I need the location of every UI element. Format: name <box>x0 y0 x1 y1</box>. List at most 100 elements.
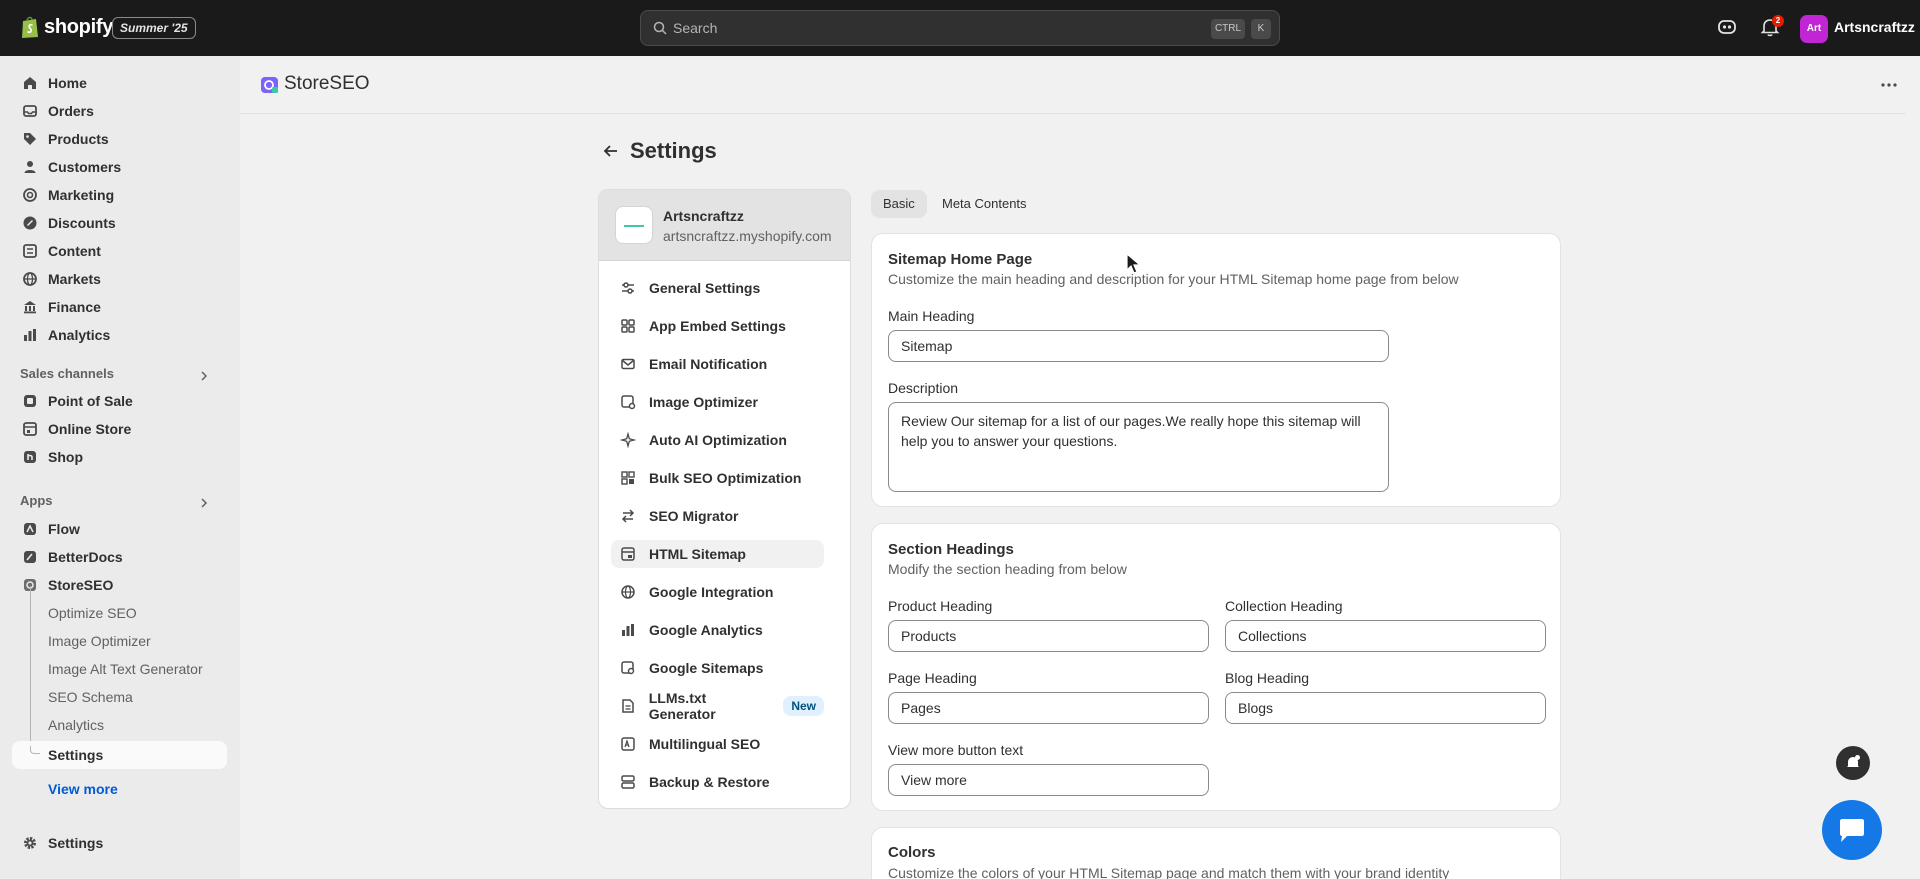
section-headings-card: Section Headings Modify the section head… <box>871 523 1561 811</box>
nav-seo-schema[interactable]: SEO Schema <box>12 684 227 710</box>
tree-guide-hook <box>30 746 40 754</box>
nav-label: Content <box>48 243 101 259</box>
tab-meta-contents[interactable]: Meta Contents <box>930 190 1039 218</box>
nav-betterdocs[interactable]: BetterDocs <box>12 544 227 570</box>
nav-image-optimizer[interactable]: Image Optimizer <box>12 628 227 654</box>
settings-nav-google-analytics[interactable]: Google Analytics <box>611 616 824 644</box>
notify-fab[interactable] <box>1836 746 1870 780</box>
document-icon <box>619 697 637 715</box>
nav-label: Products <box>48 131 109 147</box>
nav-label: StoreSEO <box>48 577 114 593</box>
collection-heading-input[interactable]: Collections <box>1225 620 1546 652</box>
nav-discounts[interactable]: Discounts <box>12 210 227 236</box>
nav-image-alt-text-generator[interactable]: Image Alt Text Generator <box>12 656 227 682</box>
person-icon <box>20 157 40 177</box>
nav-app-settings[interactable]: Settings <box>12 741 227 769</box>
product-heading-input[interactable]: Products <box>888 620 1209 652</box>
settings-nav-multilingual[interactable]: Multilingual SEO <box>611 730 824 758</box>
search-input[interactable]: Search <box>673 20 717 36</box>
view-more-text-input[interactable]: View more <box>888 764 1209 796</box>
product-heading-label: Product Heading <box>888 598 993 614</box>
avatar[interactable]: Art <box>1800 15 1828 43</box>
nav-products[interactable]: Products <box>12 126 227 152</box>
sliders-icon <box>619 279 637 297</box>
target-icon <box>20 185 40 205</box>
notification-count-badge: 2 <box>1772 15 1784 27</box>
sidekick-icon[interactable] <box>1716 16 1738 38</box>
settings-nav-backup[interactable]: Backup & Restore <box>611 768 824 796</box>
nav-customers[interactable]: Customers <box>12 154 227 180</box>
settings-nav-html-sitemap[interactable]: HTML Sitemap <box>611 540 824 568</box>
card-subtitle: Modify the section heading from below <box>888 561 1127 577</box>
nav-settings[interactable]: Settings <box>12 830 227 856</box>
settings-navigation: Artsncraftzz artsncraftzz.myshopify.com … <box>598 189 851 809</box>
nav-point-of-sale[interactable]: Point of Sale <box>12 388 227 414</box>
inbox-icon <box>20 101 40 121</box>
description-textarea[interactable]: Review Our sitemap for a list of our pag… <box>888 402 1389 492</box>
edition-badge[interactable]: Summer '25 <box>112 17 196 39</box>
nav-orders[interactable]: Orders <box>12 98 227 124</box>
store-url: artsncraftzz.myshopify.com <box>663 228 832 244</box>
app-title-bar: StoreSEO <box>240 56 1906 114</box>
page-heading-input[interactable]: Pages <box>888 692 1209 724</box>
nav-home[interactable]: Home <box>12 70 227 96</box>
sales-channels-title[interactable]: Sales channels <box>20 366 114 381</box>
blog-heading-input[interactable]: Blogs <box>1225 692 1546 724</box>
chevron-right-icon[interactable] <box>198 370 210 382</box>
card-title: Colors <box>888 844 936 861</box>
shopify-logo[interactable]: shopify <box>20 15 113 39</box>
nav-shop[interactable]: Shop <box>12 444 227 470</box>
store-name-menu[interactable]: Artsncraftzz <box>1834 19 1915 35</box>
live-chat-button[interactable] <box>1822 800 1882 860</box>
collection-heading-label: Collection Heading <box>1225 598 1343 614</box>
settings-nav-google-integration[interactable]: Google Integration <box>611 578 824 606</box>
tab-basic[interactable]: Basic <box>871 190 927 218</box>
apps-title[interactable]: Apps <box>20 493 53 508</box>
nav-analytics[interactable]: Analytics <box>12 322 227 348</box>
more-horizontal-icon[interactable] <box>1880 78 1898 92</box>
sitemap-home-card: Sitemap Home Page Customize the main hea… <box>871 233 1561 507</box>
nav-app-analytics[interactable]: Analytics <box>12 712 227 738</box>
nav-label: BetterDocs <box>48 549 123 565</box>
sitemap-search-icon <box>619 659 637 677</box>
scrollbar[interactable] <box>1906 56 1920 879</box>
nav-markets[interactable]: Markets <box>12 266 227 292</box>
nav-label: Optimize SEO <box>48 605 137 621</box>
main-heading-input[interactable]: Sitemap <box>888 330 1389 362</box>
nav-optimize-seo[interactable]: Optimize SEO <box>12 600 227 626</box>
shopify-bag-icon <box>22 16 38 38</box>
settings-nav-label: General Settings <box>649 280 761 296</box>
page-heading-label: Page Heading <box>888 670 977 686</box>
nav-online-store[interactable]: Online Store <box>12 416 227 442</box>
nav-flow[interactable]: Flow <box>12 516 227 542</box>
nav-label: Shop <box>48 449 83 465</box>
settings-nav-google-sitemaps[interactable]: Google Sitemaps <box>611 654 824 682</box>
nav-finance[interactable]: Finance <box>12 294 227 320</box>
bank-icon <box>20 297 40 317</box>
settings-nav-image-optimizer[interactable]: Image Optimizer <box>611 388 824 416</box>
nav-storeseo[interactable]: StoreSEO <box>12 572 227 598</box>
store-name: Artsncraftzz <box>663 208 744 224</box>
nav-marketing[interactable]: Marketing <box>12 182 227 208</box>
main-heading-label: Main Heading <box>888 308 975 324</box>
back-arrow-icon[interactable] <box>600 140 622 162</box>
nav-label: Marketing <box>48 187 115 203</box>
settings-nav-seo-migrator[interactable]: SEO Migrator <box>611 502 824 530</box>
settings-nav-label: Auto AI Optimization <box>649 432 787 448</box>
settings-nav-llms-txt[interactable]: LLMs.txt Generator New <box>611 690 824 722</box>
settings-nav-auto-ai[interactable]: Auto AI Optimization <box>611 426 824 454</box>
global-search[interactable]: Search CTRL K <box>640 10 1280 46</box>
settings-nav-app-embed[interactable]: App Embed Settings <box>611 312 824 340</box>
settings-nav-email[interactable]: Email Notification <box>611 350 824 378</box>
nav-label: Point of Sale <box>48 393 133 409</box>
apps-grid-icon <box>619 317 637 335</box>
store-icon <box>20 419 40 439</box>
chevron-right-icon[interactable] <box>198 497 210 509</box>
nav-content[interactable]: Content <box>12 238 227 264</box>
nav-label: Discounts <box>48 215 116 231</box>
view-more-link[interactable]: View more <box>48 781 118 797</box>
pos-icon <box>20 391 40 411</box>
settings-nav-bulk-seo[interactable]: Bulk SEO Optimization <box>611 464 824 492</box>
settings-nav-general[interactable]: General Settings <box>611 274 824 302</box>
nav-label: Finance <box>48 299 101 315</box>
